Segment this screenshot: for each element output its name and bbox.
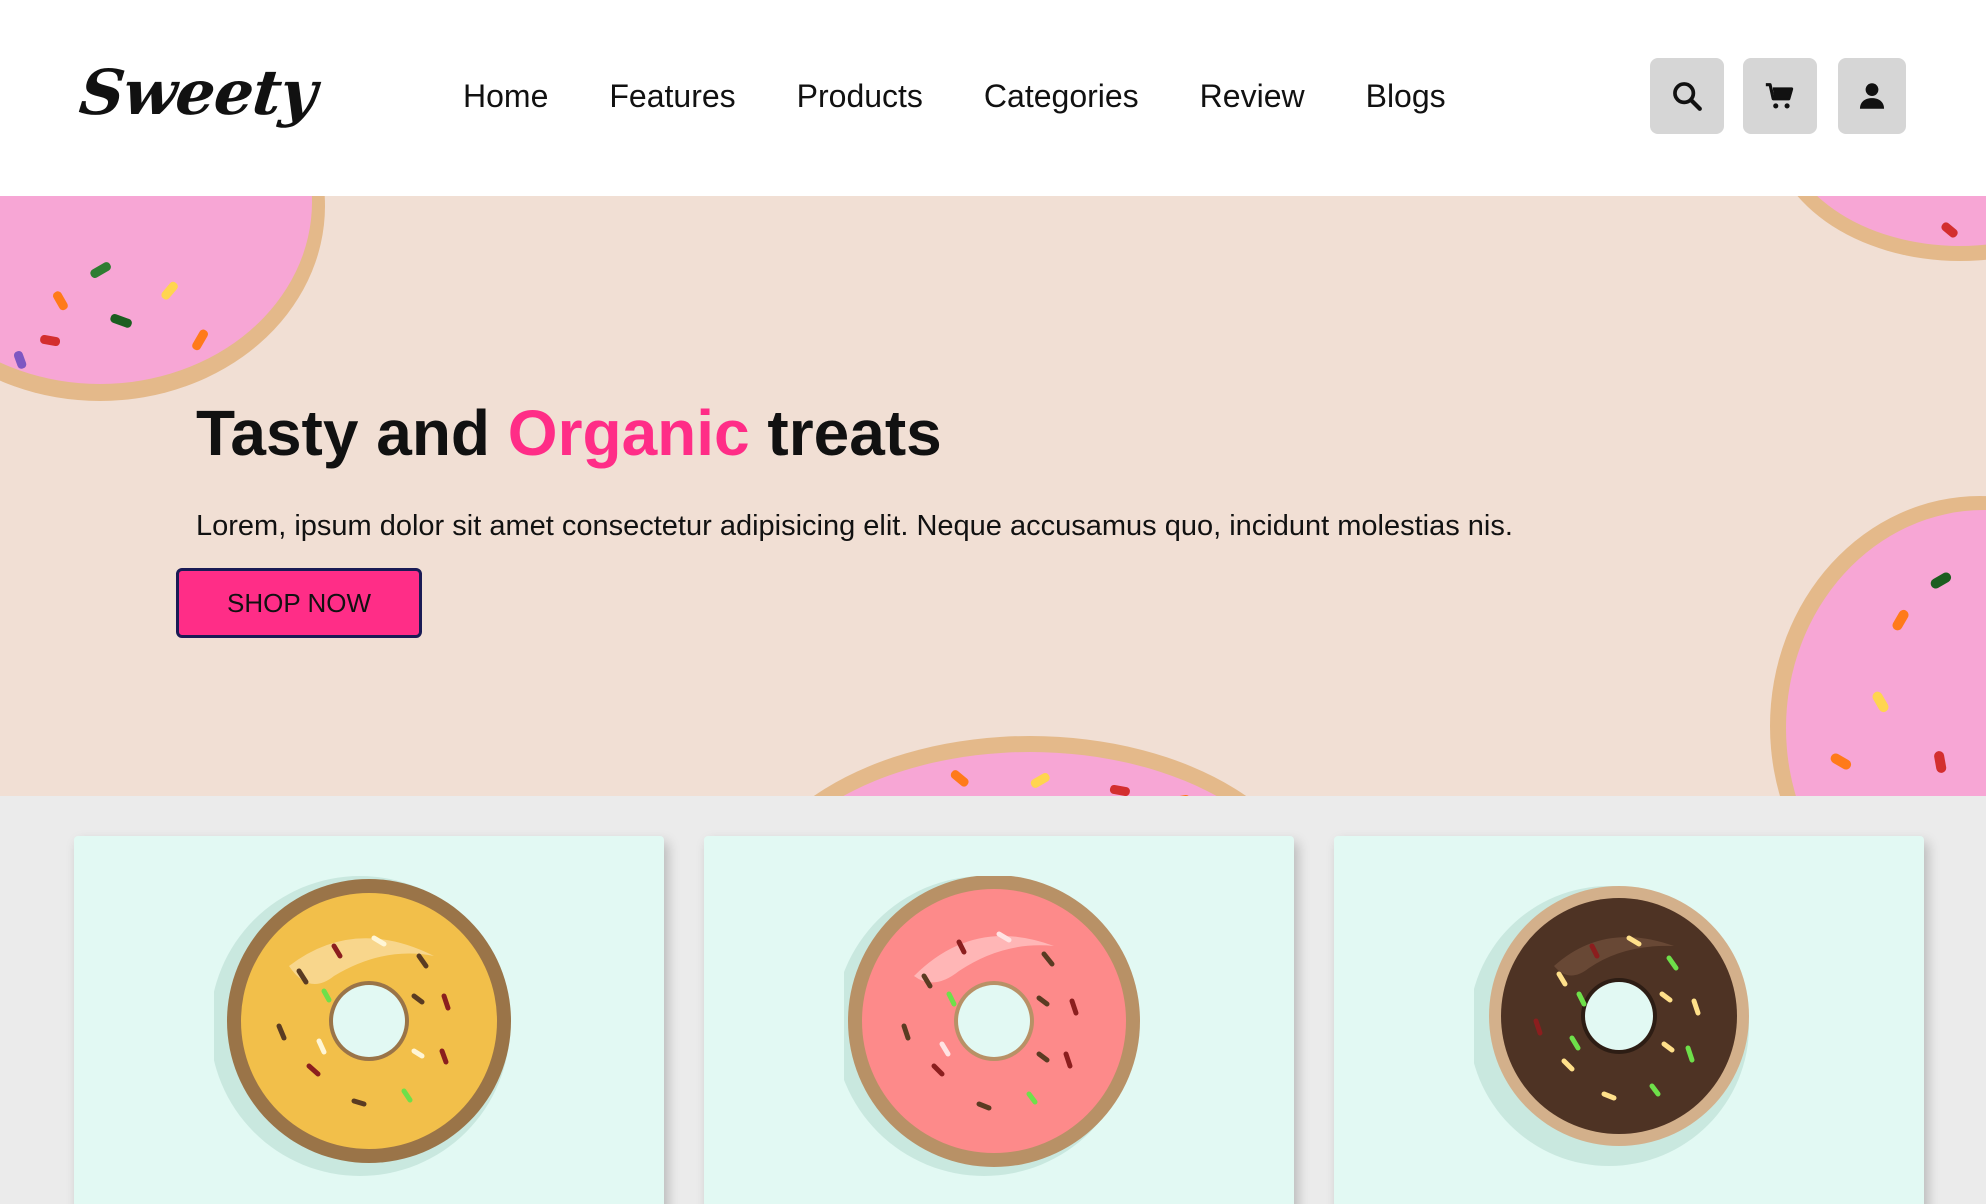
cart-icon (1765, 83, 1794, 109)
user-icon (1859, 83, 1885, 109)
cart-button[interactable] (1743, 58, 1817, 134)
hero-title: Tasty and Organic treats (196, 396, 942, 470)
site-header: Sweety Home Features Products Categories… (0, 0, 1986, 196)
nav-review[interactable]: Review (1200, 76, 1305, 116)
logo[interactable]: Sweety (76, 56, 319, 129)
user-button[interactable] (1838, 58, 1906, 134)
nav-blogs[interactable]: Blogs (1366, 76, 1446, 116)
main-nav: Home Features Products Categories Review… (463, 76, 1507, 116)
donut-decoration-bottom-icon (813, 736, 1247, 796)
products-section (0, 796, 1986, 1204)
donut-decoration-right-icon (1770, 496, 1986, 796)
hero-title-part2: treats (749, 397, 942, 469)
donut-decoration-top-left-icon (0, 196, 325, 401)
hero-section: Tasty and Organic treats Lorem, ipsum do… (0, 196, 1986, 796)
hero-title-part1: Tasty and (196, 397, 508, 469)
nav-categories[interactable]: Categories (984, 76, 1139, 116)
product-card[interactable] (704, 836, 1294, 1204)
nav-home[interactable]: Home (463, 76, 548, 116)
donut-chocolate-glaze-icon (1474, 886, 1749, 1166)
shop-now-button[interactable]: SHOP NOW (176, 568, 422, 638)
search-icon (1673, 82, 1702, 111)
donut-yellow-glaze-icon (214, 876, 511, 1176)
product-card[interactable] (1334, 836, 1924, 1204)
product-card[interactable] (74, 836, 664, 1204)
search-button[interactable] (1650, 58, 1724, 134)
hero-title-accent: Organic (507, 397, 750, 469)
nav-features[interactable]: Features (609, 76, 735, 116)
nav-products[interactable]: Products (797, 76, 923, 116)
donut-decoration-top-right-icon (1797, 196, 1986, 261)
hero-description: Lorem, ipsum dolor sit amet consectetur … (196, 510, 1513, 542)
donut-pink-glaze-icon (844, 876, 1140, 1176)
